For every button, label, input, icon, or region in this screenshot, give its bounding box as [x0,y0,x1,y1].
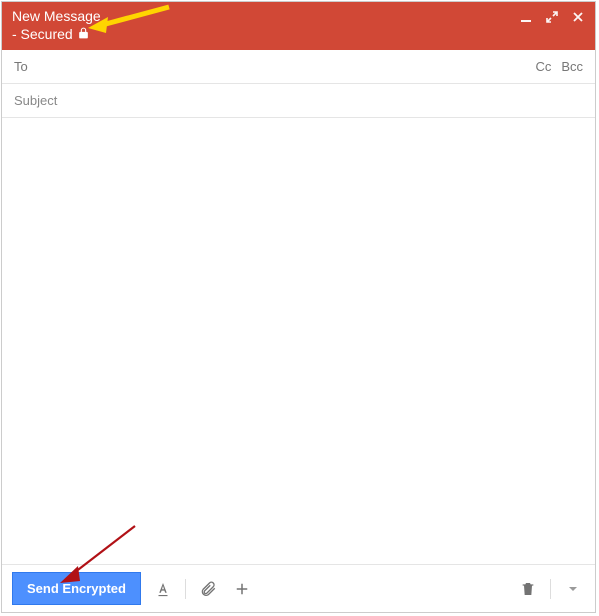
compose-title: New Message [12,8,101,26]
bcc-link[interactable]: Bcc [561,59,583,74]
expand-icon[interactable] [545,10,559,24]
subject-input[interactable] [14,93,583,108]
to-row[interactable]: To Cc Bcc [2,50,595,84]
toolbar-divider-2 [550,579,551,599]
minimize-icon[interactable] [519,10,533,24]
compose-toolbar: Send Encrypted [2,564,595,612]
compose-window: New Message - Secured To Cc Bcc [1,1,596,613]
send-encrypted-button[interactable]: Send Encrypted [12,572,141,605]
insert-icon[interactable] [230,577,254,601]
to-input[interactable] [36,59,536,74]
more-options-icon[interactable] [561,577,585,601]
lock-icon [77,26,90,45]
close-icon[interactable] [571,10,585,24]
message-body[interactable] [2,118,595,564]
cc-link[interactable]: Cc [535,59,551,74]
attachment-icon[interactable] [196,577,220,601]
subject-row[interactable] [2,84,595,118]
toolbar-divider [185,579,186,599]
formatting-icon[interactable] [151,577,175,601]
header-controls [519,8,585,24]
secured-label: - Secured [12,26,73,44]
trash-icon[interactable] [516,577,540,601]
to-label: To [14,59,28,74]
header-title-group: New Message - Secured [12,8,101,44]
compose-header: New Message - Secured [2,2,595,50]
